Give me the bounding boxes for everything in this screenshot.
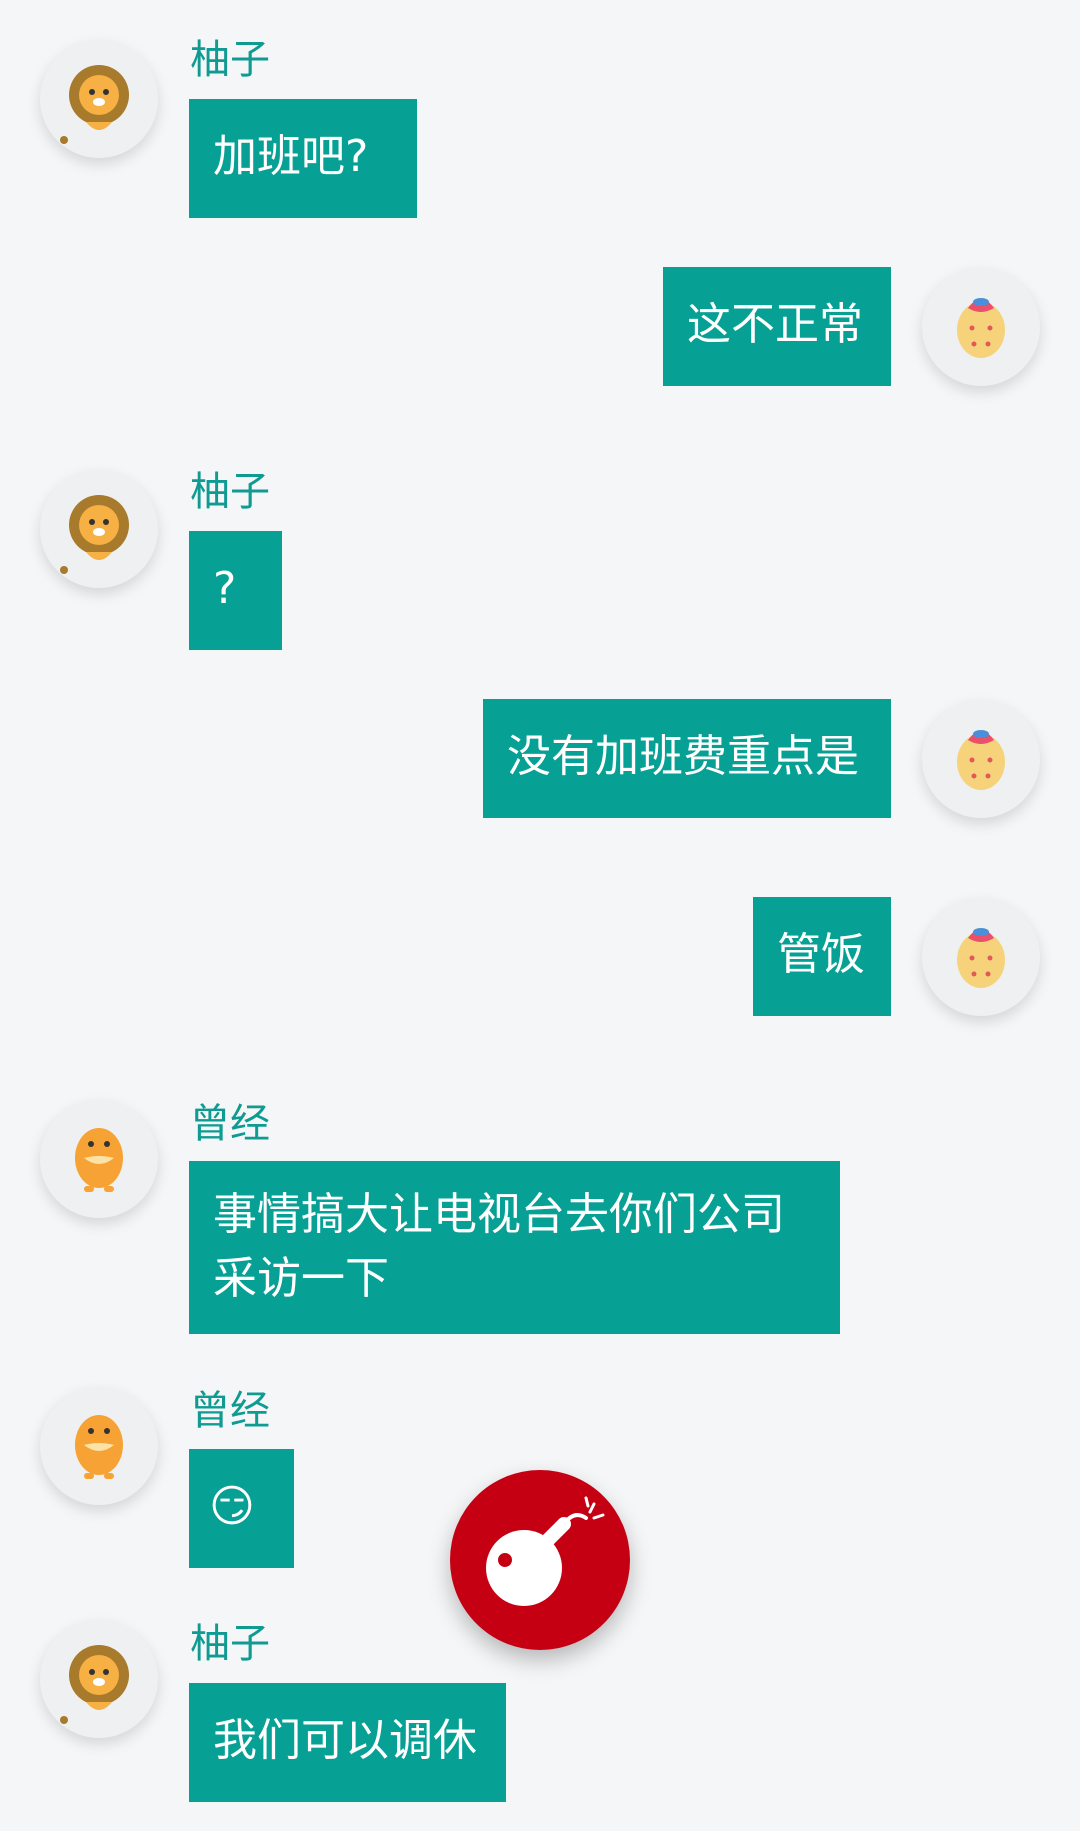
sender-name: 柚子 — [190, 1621, 270, 1667]
emoji-smirk-icon: 😏 — [209, 1481, 255, 1532]
message-text: 管饭 — [777, 929, 865, 980]
bomb-icon — [486, 1496, 605, 1606]
message-bubble[interactable]: 😏 — [189, 1449, 294, 1568]
egg-avatar[interactable] — [922, 268, 1040, 386]
message-bubble[interactable]: ? — [189, 531, 282, 650]
lion-avatar[interactable] — [40, 1620, 158, 1738]
message-text: 加班吧? — [213, 131, 369, 182]
message-text: 没有加班费重点是 — [507, 731, 859, 782]
message-bubble[interactable]: 管饭 — [753, 897, 891, 1016]
message-bubble[interactable]: 加班吧? — [189, 99, 417, 218]
sender-name: 曾经 — [190, 1388, 270, 1434]
sender-name: 柚子 — [190, 37, 270, 83]
message-text: 这不正常 — [687, 299, 863, 350]
message-text: ? — [213, 563, 237, 614]
duck-avatar[interactable] — [40, 1100, 158, 1218]
sender-name: 曾经 — [190, 1101, 270, 1147]
bomb-button[interactable] — [450, 1470, 630, 1650]
message-bubble[interactable]: 事情搞大让电视台去你们公司 采访一下 — [189, 1161, 840, 1334]
message-bubble[interactable]: 没有加班费重点是 — [483, 699, 891, 818]
message-text-line: 事情搞大让电视台去你们公司 — [213, 1189, 785, 1240]
message-bubble[interactable]: 我们可以调休 — [189, 1683, 506, 1802]
duck-avatar[interactable] — [40, 1387, 158, 1505]
sender-name: 柚子 — [190, 469, 270, 515]
message-text-line: 采访一下 — [213, 1253, 389, 1304]
message-text: 我们可以调休 — [213, 1715, 477, 1766]
lion-avatar[interactable] — [40, 470, 158, 588]
message-bubble[interactable]: 这不正常 — [663, 267, 891, 386]
lion-avatar[interactable] — [40, 40, 158, 158]
chat-screen: 柚子 加班吧? 这不正常 柚子 ? 没有加班费重点是 管饭 曾经 事情搞大让电视… — [0, 0, 1080, 1831]
egg-avatar[interactable] — [922, 898, 1040, 1016]
egg-avatar[interactable] — [922, 700, 1040, 818]
